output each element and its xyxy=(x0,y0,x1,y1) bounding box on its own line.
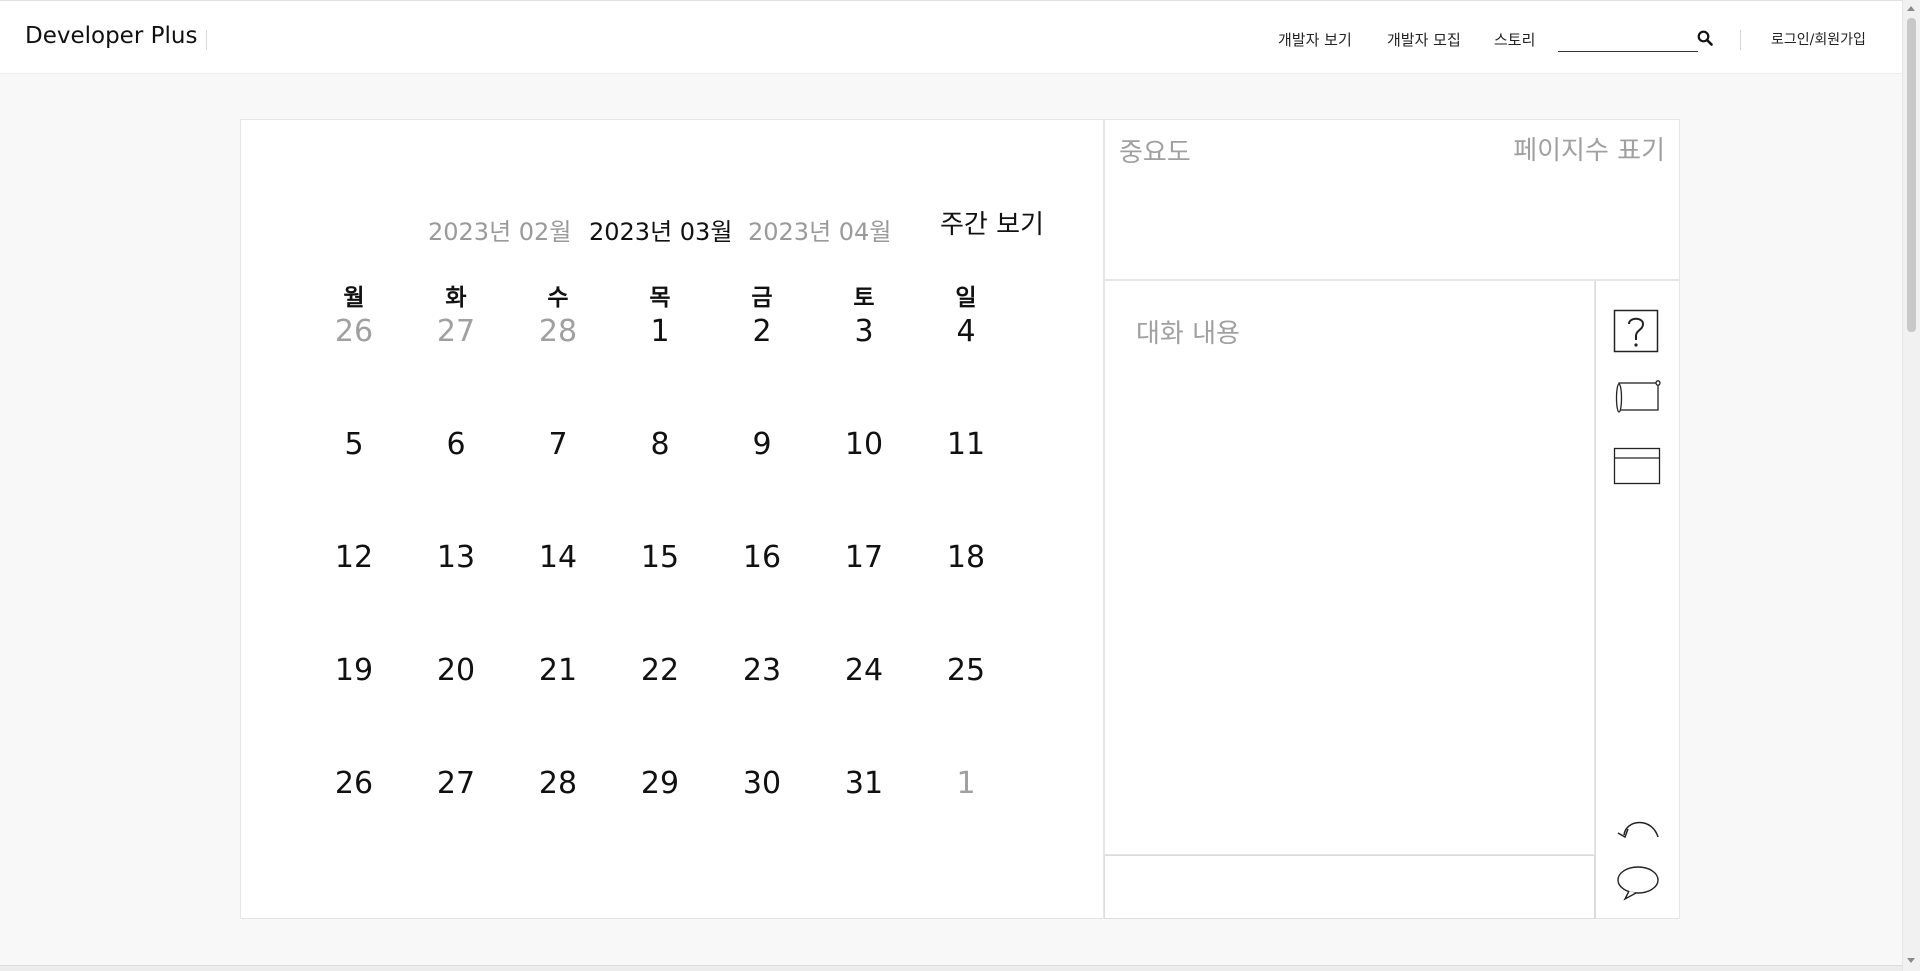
calendar-day[interactable]: 5 xyxy=(319,427,389,462)
calendar-day[interactable]: 27 xyxy=(421,766,491,801)
calendar-day[interactable]: 11 xyxy=(931,427,1001,462)
weekday-label: 토 xyxy=(853,285,875,311)
calendar-day[interactable]: 15 xyxy=(625,540,695,575)
scroll-up-icon[interactable] xyxy=(1907,6,1915,11)
calendar-day[interactable]: 29 xyxy=(625,766,695,801)
tool-panel xyxy=(1595,280,1680,919)
current-month-label: 2023년 03월 xyxy=(589,218,733,246)
calendar-day[interactable]: 31 xyxy=(829,766,899,801)
calendar-day-other-month[interactable]: 28 xyxy=(523,314,593,349)
calendar-day[interactable]: 24 xyxy=(829,653,899,688)
calendar-day[interactable]: 1 xyxy=(625,314,695,349)
calendar-day[interactable]: 3 xyxy=(829,314,899,349)
calendar-day-other-month[interactable]: 27 xyxy=(421,314,491,349)
login-signup-link[interactable]: 로그인/회원가입 xyxy=(1771,29,1866,49)
calendar-day[interactable]: 19 xyxy=(319,653,389,688)
calendar-day[interactable]: 18 xyxy=(931,540,1001,575)
calendar-day[interactable]: 26 xyxy=(319,766,389,801)
weekday-label: 월 xyxy=(343,285,365,311)
scroll-icon[interactable] xyxy=(1615,380,1661,420)
nav-item-recruit-developers[interactable]: 개발자 모집 xyxy=(1387,29,1461,50)
weekly-view-button[interactable]: 주간 보기 xyxy=(940,204,1044,241)
prev-month-button[interactable]: 2023년 02월 xyxy=(428,212,571,247)
search-box xyxy=(1558,23,1698,52)
search-icon[interactable] xyxy=(1697,30,1713,46)
calendar-day[interactable]: 16 xyxy=(727,540,797,575)
calendar-day[interactable]: 10 xyxy=(829,427,899,462)
window-icon[interactable] xyxy=(1613,447,1661,489)
calendar-day[interactable]: 12 xyxy=(319,540,389,575)
calendar-day[interactable]: 20 xyxy=(421,653,491,688)
next-month-button[interactable]: 2023년 04월 xyxy=(748,212,891,247)
chat-placeholder: 대화 내용 xyxy=(1136,319,1240,349)
divider xyxy=(206,30,207,50)
chat-panel: 대화 내용 xyxy=(1104,280,1595,855)
speech-bubble-icon[interactable] xyxy=(1615,865,1661,907)
horizontal-scrollbar[interactable] xyxy=(0,965,1902,971)
divider xyxy=(1740,30,1741,50)
calendar-day[interactable]: 4 xyxy=(931,314,1001,349)
calendar-day[interactable]: 17 xyxy=(829,540,899,575)
scrollbar-thumb[interactable] xyxy=(1907,18,1916,332)
weekday-label: 일 xyxy=(955,285,977,311)
undo-icon[interactable] xyxy=(1616,815,1662,849)
calendar-day[interactable]: 2 xyxy=(727,314,797,349)
calendar-day[interactable]: 22 xyxy=(625,653,695,688)
calendar-day[interactable]: 23 xyxy=(727,653,797,688)
top-header: Developer Plus 개발자 보기 개발자 모집 스토리 로그인/회원가… xyxy=(0,0,1902,74)
weekday-label: 수 xyxy=(547,285,569,311)
calendar-day[interactable]: 7 xyxy=(523,427,593,462)
calendar-day[interactable]: 28 xyxy=(523,766,593,801)
weekday-label: 금 xyxy=(751,285,773,311)
calendar-day-other-month[interactable]: 26 xyxy=(319,314,389,349)
page-count-label: 페이지수 표기 xyxy=(1513,136,1665,166)
calendar-day[interactable]: 25 xyxy=(931,653,1001,688)
calendar-day[interactable]: 14 xyxy=(523,540,593,575)
nav-item-story[interactable]: 스토리 xyxy=(1494,29,1535,50)
weekday-label: 화 xyxy=(445,285,467,311)
search-input[interactable] xyxy=(1558,23,1694,52)
calendar-day-other-month[interactable]: 1 xyxy=(931,766,1001,801)
calendar-panel: 2023년 02월 2023년 03월 2023년 04월 주간 보기 월 화 수 목… xyxy=(240,119,1104,919)
calendar-day[interactable]: 21 xyxy=(523,653,593,688)
scroll-down-icon[interactable] xyxy=(1907,958,1915,963)
vertical-scrollbar[interactable] xyxy=(1902,0,1920,971)
chat-input[interactable] xyxy=(1104,855,1595,919)
calendar-day[interactable]: 30 xyxy=(727,766,797,801)
logo[interactable]: Developer Plus xyxy=(25,23,197,49)
importance-panel: 중요도 페이지수 표기 xyxy=(1104,119,1680,280)
calendar-day[interactable]: 13 xyxy=(421,540,491,575)
nav-item-view-developers[interactable]: 개발자 보기 xyxy=(1278,29,1352,50)
importance-label: 중요도 xyxy=(1119,138,1191,168)
calendar-day[interactable]: 6 xyxy=(421,427,491,462)
calendar-day[interactable]: 8 xyxy=(625,427,695,462)
question-icon[interactable] xyxy=(1613,309,1659,359)
calendar-day[interactable]: 9 xyxy=(727,427,797,462)
weekday-label: 목 xyxy=(649,285,671,311)
